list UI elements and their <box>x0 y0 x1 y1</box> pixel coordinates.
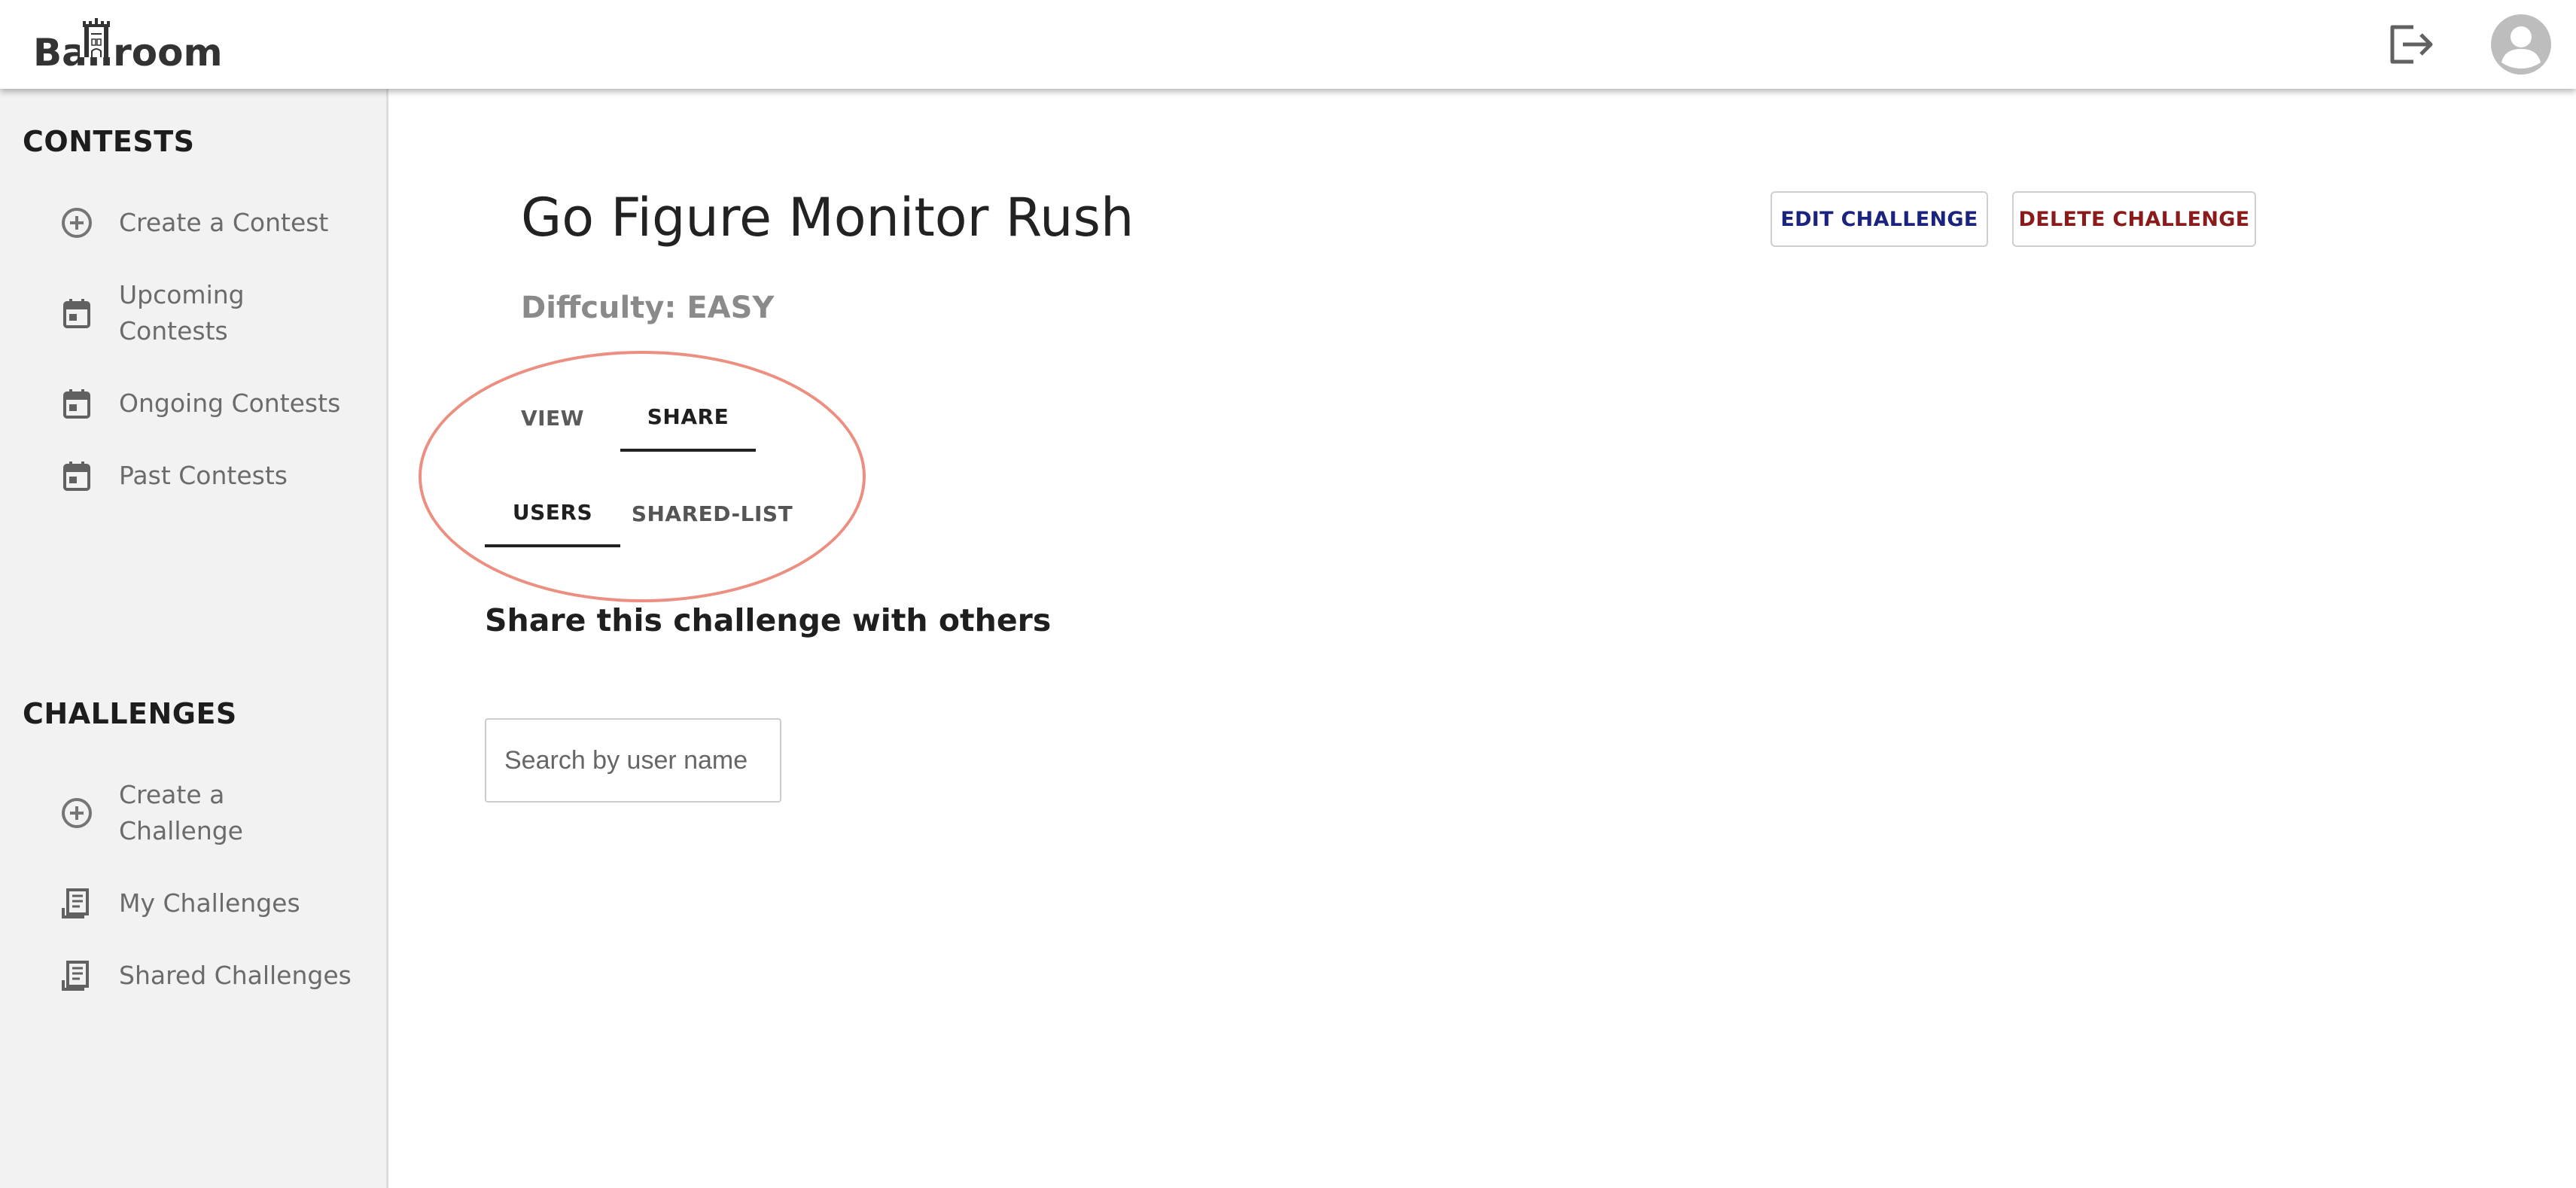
top-app-bar: Ballroom <box>0 0 2576 89</box>
difficulty-label: Diffculty: EASY <box>521 291 775 325</box>
account-circle-icon <box>2501 26 2541 69</box>
tab-view[interactable]: VIEW <box>485 384 620 452</box>
contests-heading: CONTESTS <box>23 125 195 158</box>
sidebar-item-label: Ongoing Contests <box>119 388 341 418</box>
castle-icon <box>80 18 113 57</box>
page-title: Go Figure Monitor Rush <box>521 187 1134 248</box>
sidebar: CONTESTS Create a Contest Upcoming Conte… <box>0 89 388 1188</box>
add-circle-icon <box>62 208 92 238</box>
user-search-input[interactable] <box>485 718 781 803</box>
sidebar-item-ongoing-contests[interactable]: Ongoing Contests <box>60 385 376 422</box>
sidebar-item-create-contest[interactable]: Create a Contest <box>60 205 376 241</box>
logo-text: Ballroom <box>33 31 223 75</box>
account-avatar[interactable] <box>2491 14 2551 75</box>
tab-share[interactable]: SHARE <box>620 384 756 452</box>
delete-challenge-button[interactable]: DELETE CHALLENGE <box>2012 191 2256 247</box>
sidebar-item-create-challenge[interactable]: Create a Challenge <box>60 777 376 849</box>
subtab-shared-list[interactable]: SHARED-LIST <box>620 480 804 547</box>
sidebar-item-upcoming-contests[interactable]: Upcoming Contests <box>60 277 376 349</box>
add-circle-icon <box>62 798 92 828</box>
sidebar-item-label: Create a Challenge <box>119 780 243 845</box>
edit-challenge-button[interactable]: EDIT CHALLENGE <box>1771 191 1988 247</box>
receipt-icon <box>62 961 89 991</box>
logo[interactable]: Ballroom <box>33 18 223 75</box>
sidebar-item-label: My Challenges <box>119 888 300 918</box>
subtab-users[interactable]: USERS <box>485 480 620 547</box>
calendar-icon <box>63 461 90 491</box>
share-section-heading: Share this challenge with others <box>485 602 1052 638</box>
sidebar-item-past-contests[interactable]: Past Contests <box>60 458 376 494</box>
sidebar-item-label: Create a Contest <box>119 208 329 237</box>
challenges-heading: CHALLENGES <box>23 697 237 730</box>
logout-icon[interactable] <box>2388 23 2434 66</box>
sidebar-item-shared-challenges[interactable]: Shared Challenges <box>60 958 376 994</box>
sidebar-item-my-challenges[interactable]: My Challenges <box>60 885 376 921</box>
receipt-icon <box>62 888 89 918</box>
sidebar-item-label: Shared Challenges <box>119 961 352 990</box>
sidebar-item-label: Past Contests <box>119 461 288 490</box>
calendar-icon <box>63 299 90 328</box>
calendar-icon <box>63 389 90 419</box>
sidebar-item-label: Upcoming Contests <box>119 280 245 346</box>
